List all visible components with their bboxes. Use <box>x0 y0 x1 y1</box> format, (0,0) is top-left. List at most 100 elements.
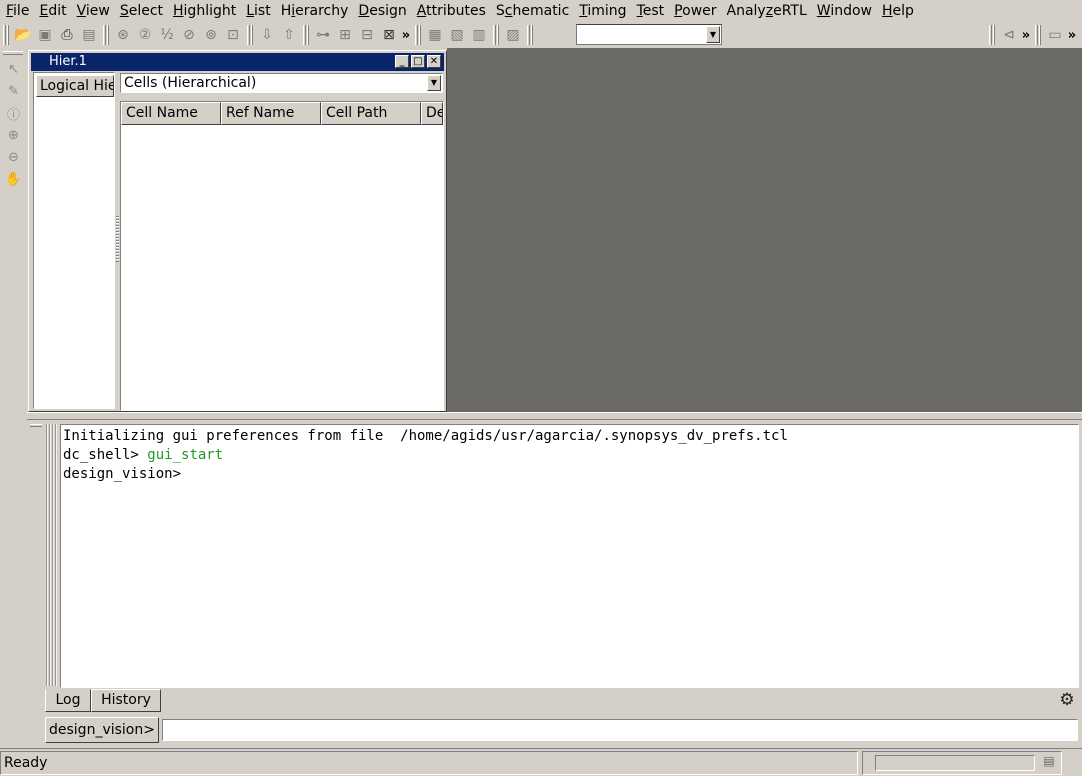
status-text: Ready <box>0 751 858 775</box>
cells-table-header: Cell Name Ref Name Cell Path De <box>121 102 443 125</box>
maximize-button[interactable]: □ <box>411 55 425 68</box>
menu-window[interactable]: Window <box>811 1 876 21</box>
toolbar-grip[interactable] <box>415 25 421 45</box>
tab-log[interactable]: Log <box>45 689 91 712</box>
hierarchy-window-titlebar[interactable]: Hier.1 _ □ ✕ <box>31 53 444 71</box>
cells-view-dropdown[interactable]: Cells (Hierarchical) ▼ <box>120 73 443 93</box>
zoom-in-icon[interactable]: ⊕ <box>0 124 27 146</box>
toolbar-grip[interactable] <box>493 25 499 45</box>
toolbar-dropdown[interactable]: ▼ <box>576 24 722 45</box>
menu-test[interactable]: Test <box>631 1 669 21</box>
properties-icon[interactable]: ▤ <box>78 24 100 46</box>
menu-hierarchy[interactable]: Hierarchy <box>275 1 353 21</box>
window-layout-icon[interactable]: ▭ <box>1044 24 1066 46</box>
minimize-button[interactable]: _ <box>395 55 409 68</box>
log-view-icon[interactable]: ▤ <box>1040 754 1058 770</box>
symbol-view-icon[interactable]: ⊞ <box>334 24 356 46</box>
chevron-down-icon[interactable]: ▼ <box>706 26 720 43</box>
open-folder-icon[interactable]: 📂 <box>12 24 34 46</box>
log-line: design_vision> <box>63 466 182 482</box>
zoom-half-icon[interactable]: ½ <box>156 24 178 46</box>
push-down-icon[interactable]: ⇩ <box>256 24 278 46</box>
hierarchy-view-icon[interactable]: ⊠ <box>378 24 400 46</box>
pane-splitter[interactable] <box>116 216 119 262</box>
close-button[interactable]: ✕ <box>427 55 441 68</box>
tool-strip-grip[interactable] <box>3 51 23 55</box>
toolbar-right-group: ⊲ » ▭ » <box>986 24 1078 46</box>
logical-hierarchy-header[interactable]: Logical Hie <box>36 75 114 97</box>
main-toolbar: 📂 ▣ ⎙ ▤ ⊛ ② ½ ⊘ ⊚ ⊡ ⇩ ⇧ ⊶ ⊞ ⊟ ⊠ » ▦ ▧ ▥ … <box>0 22 1082 48</box>
status-bar: Ready ▤ <box>0 748 1082 776</box>
menu-edit[interactable]: Edit <box>33 1 70 21</box>
toolbar-grip[interactable] <box>989 25 995 45</box>
log-command: gui_start <box>147 447 224 463</box>
pan-hand-icon[interactable]: ✋ <box>0 168 27 190</box>
toolbar-more-button[interactable]: » <box>1020 28 1032 43</box>
status-progress <box>875 755 1035 771</box>
prompt-mode-button[interactable]: design_vision> <box>45 717 159 743</box>
menu-bar: File Edit View Select Highlight List Hie… <box>0 0 1082 22</box>
toolbar-grip[interactable] <box>527 25 533 45</box>
menu-timing[interactable]: Timing <box>573 1 630 21</box>
menu-file[interactable]: File <box>0 1 33 21</box>
tab-history[interactable]: History <box>91 689 161 712</box>
toolbar-grip[interactable] <box>103 25 109 45</box>
toolbar-grip[interactable] <box>247 25 253 45</box>
column-design[interactable]: De <box>421 102 443 125</box>
chevron-down-icon[interactable]: ▼ <box>427 75 441 91</box>
log-line: dc_shell> gui_start <box>63 446 1076 465</box>
pencil-icon[interactable]: ✎ <box>0 80 27 102</box>
timing-path-icon[interactable]: ▧ <box>446 24 468 46</box>
menu-analyzertl[interactable]: AnalyzeRTL <box>721 1 811 21</box>
column-cell-name[interactable]: Cell Name <box>121 102 221 125</box>
cells-table[interactable]: Cell Name Ref Name Cell Path De <box>120 101 444 411</box>
hierarchy-window-title: Hier.1 <box>49 54 87 69</box>
info-icon[interactable]: ⓘ <box>0 102 27 124</box>
menu-list[interactable]: List <box>240 1 275 21</box>
menu-select[interactable]: Select <box>114 1 167 21</box>
toolbar-grip[interactable] <box>1035 25 1041 45</box>
zoom-full-icon[interactable]: ⊡ <box>222 24 244 46</box>
toolbar-more-button[interactable]: » <box>400 28 412 43</box>
timing-report-icon[interactable]: ▦ <box>424 24 446 46</box>
menu-highlight[interactable]: Highlight <box>167 1 240 21</box>
gear-icon[interactable]: ⚙ <box>1058 691 1076 709</box>
console-dock-handle[interactable] <box>46 424 58 686</box>
status-progress-box <box>862 751 1062 775</box>
zoom-out-icon[interactable]: ⊖ <box>0 146 27 168</box>
console-log[interactable]: Initializing gui preferences from file /… <box>60 424 1079 688</box>
mdi-workspace <box>447 48 1082 412</box>
menu-attributes[interactable]: Attributes <box>411 1 490 21</box>
zoom-back-icon[interactable]: ⊘ <box>178 24 200 46</box>
hierarchy-window: Hier.1 _ □ ✕ Logical Hie Cells (Hierarch… <box>28 50 447 412</box>
menu-help[interactable]: Help <box>876 1 918 21</box>
back-arrow-icon[interactable]: ⊲ <box>998 24 1020 46</box>
print-icon[interactable]: ⎙ <box>56 24 78 46</box>
logical-hierarchy-pane[interactable]: Logical Hie <box>33 72 115 409</box>
console-splitter[interactable] <box>27 412 1082 420</box>
toolbar-grip[interactable] <box>3 25 9 45</box>
menu-view[interactable]: View <box>71 1 114 21</box>
menu-schematic[interactable]: Schematic <box>490 1 573 21</box>
column-ref-name[interactable]: Ref Name <box>221 102 321 125</box>
command-input[interactable] <box>162 719 1078 741</box>
log-line: Initializing gui preferences from file /… <box>63 428 788 444</box>
toolbar-grip[interactable] <box>303 25 309 45</box>
save-icon[interactable]: ▣ <box>34 24 56 46</box>
menu-design[interactable]: Design <box>352 1 410 21</box>
column-cell-path[interactable]: Cell Path <box>321 102 421 125</box>
left-tool-strip: ↖ ✎ ⓘ ⊕ ⊖ ✋ <box>0 48 27 748</box>
pop-up-icon[interactable]: ⇧ <box>278 24 300 46</box>
histogram-icon[interactable]: ▥ <box>468 24 490 46</box>
toolbar-more-button[interactable]: » <box>1066 28 1078 43</box>
zoom-fit-icon[interactable]: ⊛ <box>112 24 134 46</box>
menu-power[interactable]: Power <box>668 1 720 21</box>
pointer-icon[interactable]: ↖ <box>0 58 27 80</box>
cells-view-value: Cells (Hierarchical) <box>124 75 257 91</box>
zoom-2x-icon[interactable]: ② <box>134 24 156 46</box>
report-icon[interactable]: ▨ <box>502 24 524 46</box>
console-grip[interactable] <box>30 424 42 427</box>
schematic-view-icon[interactable]: ⊶ <box>312 24 334 46</box>
path-schematic-icon[interactable]: ⊟ <box>356 24 378 46</box>
zoom-area-icon[interactable]: ⊚ <box>200 24 222 46</box>
